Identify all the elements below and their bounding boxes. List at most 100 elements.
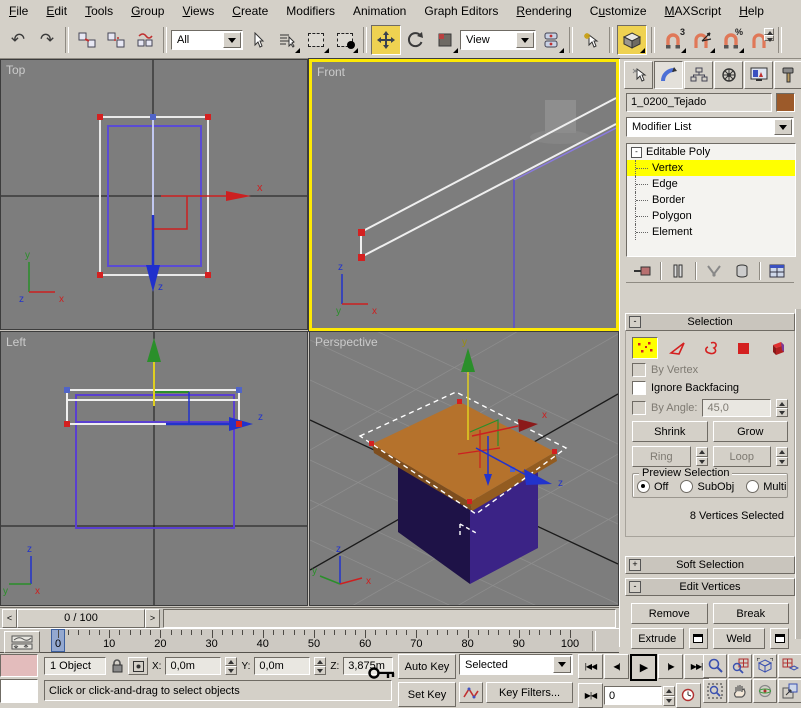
next-frame-icon[interactable]: |▶	[658, 654, 683, 679]
menu-item-maxscript[interactable]: MAXScript	[656, 1, 731, 21]
motion-tab[interactable]	[714, 61, 743, 89]
soft-selection-rollout-header[interactable]: + Soft Selection	[625, 556, 795, 574]
shrink-button[interactable]: Shrink	[632, 421, 708, 442]
select-and-link-icon[interactable]	[73, 26, 101, 54]
pan-icon[interactable]	[728, 679, 752, 703]
dropdown-arrow-icon[interactable]	[553, 656, 571, 673]
ring-spinner[interactable]	[695, 447, 708, 466]
window-crossing-icon[interactable]	[331, 26, 359, 54]
object-color-swatch[interactable]	[776, 93, 795, 112]
rectangular-selection-region-icon[interactable]	[302, 26, 330, 54]
absolute-offset-toggle-icon[interactable]	[128, 657, 148, 675]
selection-lock-icon[interactable]	[110, 658, 124, 674]
auto-key-button[interactable]: Auto Key	[398, 654, 456, 679]
configure-modifier-sets-icon[interactable]	[766, 261, 788, 281]
extrude-settings-button[interactable]	[688, 628, 708, 649]
show-end-result-icon[interactable]	[667, 261, 689, 281]
viewport-top[interactable]: Top x z y z x	[0, 59, 308, 330]
collapse-icon[interactable]: -	[629, 316, 641, 328]
frame-spinner[interactable]	[663, 685, 675, 706]
panel-scrollbar[interactable]	[795, 309, 801, 639]
unlink-selection-icon[interactable]	[102, 26, 130, 54]
expand-icon[interactable]: +	[629, 559, 641, 571]
viewport-perspective[interactable]: Perspective y x z z y x	[309, 331, 619, 606]
utilities-tab[interactable]	[774, 61, 801, 89]
next-frame-arrow[interactable]: >	[145, 608, 160, 628]
display-tab[interactable]	[744, 61, 773, 89]
undo-icon[interactable]: ↶	[4, 26, 32, 54]
keyboard-shortcut-override-icon[interactable]	[368, 665, 396, 681]
percent-snap-icon[interactable]: %	[717, 26, 745, 54]
border-subobject-icon[interactable]	[699, 338, 723, 358]
redo-icon[interactable]: ↷	[33, 26, 61, 54]
zoom-region-icon[interactable]	[703, 679, 727, 703]
mini-curve-editor-icon[interactable]	[4, 631, 40, 653]
select-object-icon[interactable]	[244, 26, 272, 54]
loop-spinner[interactable]	[776, 447, 788, 466]
menu-item-group[interactable]: Group	[122, 1, 173, 21]
key-mode-toggle-icon[interactable]: ▶|◀	[578, 683, 603, 708]
zoom-icon[interactable]	[703, 654, 727, 678]
by-angle-row[interactable]: By Angle: 45,0	[626, 397, 794, 419]
menu-item-edit[interactable]: Edit	[37, 1, 76, 21]
weld-button[interactable]: Weld	[712, 628, 765, 649]
key-filters-button[interactable]: Key Filters...	[486, 682, 573, 703]
select-and-move-icon[interactable]	[371, 25, 401, 55]
vertex-subobject-icon[interactable]	[632, 337, 658, 359]
create-tab[interactable]	[624, 61, 653, 89]
menu-item-tools[interactable]: Tools	[76, 1, 122, 21]
select-and-manipulate-icon[interactable]	[577, 26, 605, 54]
previous-frame-icon[interactable]: ◀|	[604, 654, 629, 679]
time-configuration-icon[interactable]	[676, 683, 701, 708]
zoom-extents-icon[interactable]	[753, 654, 777, 678]
go-to-start-icon[interactable]: |◀◀	[578, 654, 603, 679]
menu-item-customize[interactable]: Customize	[581, 1, 656, 21]
menu-item-rendering[interactable]: Rendering	[507, 1, 580, 21]
collapse-icon[interactable]: -	[629, 581, 641, 593]
selection-filter-dropdown[interactable]: All	[171, 30, 243, 50]
maxscript-listener-pane[interactable]	[0, 679, 38, 703]
preview-multi-radio[interactable]	[746, 480, 760, 493]
selection-set-dropdown[interactable]: Selected	[459, 654, 573, 675]
snap-3d-icon[interactable]: 3	[659, 26, 687, 54]
y-coordinate-field[interactable]: 0,0m	[254, 657, 311, 675]
stack-item-vertex[interactable]: Vertex	[627, 160, 795, 176]
time-slider-track[interactable]	[163, 608, 616, 628]
edit-vertices-rollout-header[interactable]: - Edit Vertices	[625, 578, 795, 596]
preview-subobj-radio[interactable]	[680, 480, 694, 493]
time-slider-handle[interactable]: 0 / 100	[17, 608, 145, 628]
ring-button[interactable]: Ring	[632, 446, 691, 467]
x-coordinate-field[interactable]: 0,0m	[165, 657, 222, 675]
remove-button[interactable]: Remove	[631, 603, 708, 624]
spinner-snap-icon[interactable]	[746, 26, 774, 54]
by-angle-field[interactable]: 45,0	[702, 399, 771, 417]
zoom-all-icon[interactable]	[728, 654, 752, 678]
by-vertex-row[interactable]: By Vertex	[626, 361, 794, 379]
arc-rotate-icon[interactable]	[753, 679, 777, 703]
preview-off-radio[interactable]	[637, 480, 650, 493]
track-bar[interactable]: 0 10 20 30 40 50 60 70 80 90 100	[0, 628, 619, 653]
y-spinner[interactable]	[314, 657, 327, 675]
dropdown-arrow-icon[interactable]	[774, 119, 792, 135]
modifier-stack[interactable]: - Editable Poly Vertex Edge Border Polygon Ele…	[626, 143, 796, 257]
viewport-left[interactable]: Left z z y x	[0, 331, 308, 606]
element-subobject-icon[interactable]	[764, 338, 788, 358]
ignore-backfacing-checkbox[interactable]	[632, 381, 646, 395]
bind-to-space-warp-icon[interactable]	[131, 26, 159, 54]
remove-modifier-icon[interactable]	[731, 261, 753, 281]
menu-item-file[interactable]: File	[0, 1, 37, 21]
stack-item-edge[interactable]: Edge	[627, 176, 795, 192]
object-name-field[interactable]: 1_0200_Tejado	[626, 93, 772, 112]
make-unique-icon[interactable]	[703, 261, 725, 281]
snaps-toggle-icon[interactable]	[617, 25, 647, 55]
selection-rollout-header[interactable]: - Selection	[625, 313, 795, 331]
by-angle-checkbox[interactable]	[632, 401, 646, 415]
use-pivot-point-center-icon[interactable]	[537, 26, 565, 54]
current-frame-field[interactable]: 0	[604, 686, 662, 705]
select-by-name-icon[interactable]	[273, 26, 301, 54]
menu-item-animation[interactable]: Animation	[344, 1, 415, 21]
weld-settings-button[interactable]	[770, 628, 789, 649]
stack-item-element[interactable]: Element	[627, 224, 795, 240]
modifier-list-dropdown[interactable]: Modifier List	[626, 117, 794, 137]
modify-tab[interactable]	[654, 61, 683, 89]
